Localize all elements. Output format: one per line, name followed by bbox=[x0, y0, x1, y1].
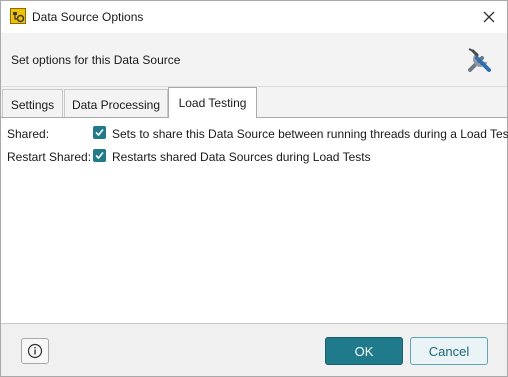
checkmark-icon bbox=[95, 128, 104, 137]
dialog-footer: OK Cancel bbox=[1, 324, 507, 376]
tab-settings[interactable]: Settings bbox=[2, 89, 63, 117]
load-testing-panel: Shared: Sets to share this Data Source b… bbox=[1, 117, 508, 324]
close-icon bbox=[483, 11, 495, 23]
option-row-restart-shared: Restart Shared: Restarts shared Data Sou… bbox=[1, 146, 507, 166]
restart-shared-checkbox[interactable] bbox=[93, 149, 106, 162]
header-text: Set options for this Data Source bbox=[11, 53, 181, 67]
option-label-shared: Shared: bbox=[7, 127, 50, 141]
option-desc-shared: Sets to share this Data Source between r… bbox=[112, 127, 508, 141]
tab-bar: Settings Data Processing Load Testing bbox=[1, 87, 507, 118]
data-source-icon bbox=[10, 8, 26, 24]
title-bar: Data Source Options bbox=[1, 1, 507, 33]
checkmark-icon bbox=[95, 151, 104, 160]
option-desc-restart-shared: Restarts shared Data Sources during Load… bbox=[112, 150, 371, 164]
close-button[interactable] bbox=[477, 5, 501, 29]
option-row-shared: Shared: Sets to share this Data Source b… bbox=[1, 123, 508, 143]
tab-load-testing[interactable]: Load Testing bbox=[168, 87, 257, 118]
data-source-options-dialog: Data Source Options Set options for this… bbox=[0, 0, 508, 377]
shared-checkbox[interactable] bbox=[93, 126, 106, 139]
cancel-button[interactable]: Cancel bbox=[410, 337, 488, 365]
tools-icon bbox=[465, 45, 495, 75]
option-label-restart-shared: Restart Shared: bbox=[7, 150, 92, 164]
tab-data-processing[interactable]: Data Processing bbox=[64, 89, 168, 117]
window-title: Data Source Options bbox=[32, 10, 144, 24]
info-button[interactable] bbox=[21, 338, 49, 364]
dialog-header: Set options for this Data Source bbox=[1, 33, 507, 87]
ok-button[interactable]: OK bbox=[325, 337, 403, 365]
info-icon bbox=[27, 343, 43, 359]
